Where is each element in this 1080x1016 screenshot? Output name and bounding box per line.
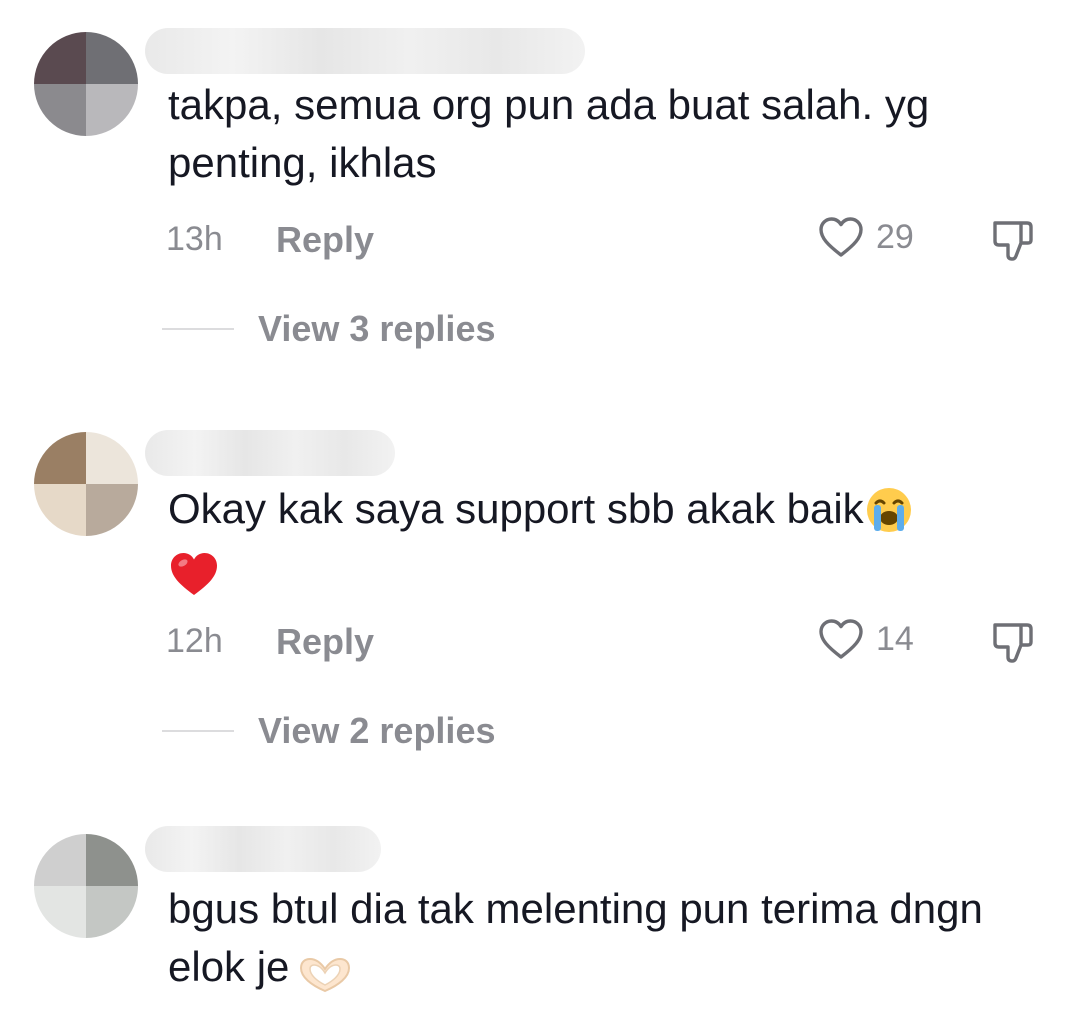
- thumbs-down-icon[interactable]: [990, 218, 1036, 264]
- avatar[interactable]: [34, 32, 138, 136]
- view-replies-label: View 2 replies: [258, 710, 496, 751]
- heart-outline-icon: [819, 217, 863, 257]
- view-replies-button[interactable]: View 2 replies: [162, 710, 495, 752]
- divider-line: [162, 328, 234, 330]
- username-redacted[interactable]: [145, 826, 381, 872]
- view-replies-button[interactable]: View 3 replies: [162, 308, 495, 350]
- red-heart-emoji: [168, 550, 220, 598]
- view-replies-label: View 3 replies: [258, 308, 496, 349]
- like-button[interactable]: 29: [818, 216, 914, 258]
- comment-timestamp: 12h: [166, 622, 223, 660]
- comment-text-content: Okay kak saya support sbb akak baik: [168, 485, 864, 532]
- avatar[interactable]: [34, 432, 138, 536]
- comment-timestamp: 13h: [166, 220, 223, 258]
- like-count: 14: [876, 619, 914, 658]
- comment-text: Okay kak saya support sbb akak baik: [168, 480, 1048, 596]
- username-redacted[interactable]: [145, 28, 585, 74]
- loudly-crying-face-emoji: [864, 485, 914, 535]
- divider-line: [162, 730, 234, 732]
- like-button[interactable]: 14: [818, 618, 914, 660]
- thumbs-down-icon[interactable]: [990, 620, 1036, 666]
- comment-text: takpa, semua org pun ada buat salah. yg …: [168, 81, 930, 186]
- heart-outline-icon: [819, 619, 863, 659]
- reply-button[interactable]: Reply: [276, 219, 374, 261]
- reply-button[interactable]: Reply: [276, 621, 374, 663]
- comment-text-content: bgus btul dia tak melenting pun terima d…: [168, 885, 983, 990]
- avatar[interactable]: [34, 834, 138, 938]
- comment-text: bgus btul dia tak melenting pun terima d…: [168, 880, 1048, 996]
- like-count: 29: [876, 217, 914, 256]
- username-redacted[interactable]: [145, 430, 395, 476]
- heart-hands-emoji: [297, 952, 353, 992]
